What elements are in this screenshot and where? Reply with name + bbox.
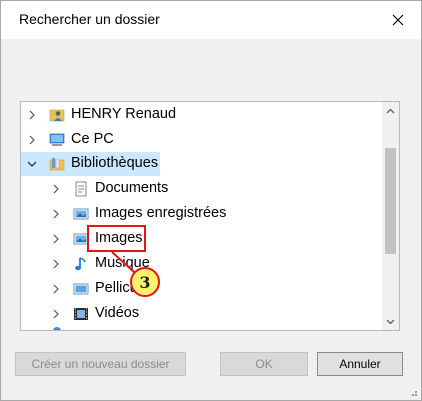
- scroll-thumb[interactable]: [385, 148, 396, 254]
- music-library-icon: [73, 256, 89, 272]
- chevron-right-icon[interactable]: [49, 307, 63, 321]
- chevron-right-icon[interactable]: [25, 133, 39, 147]
- tree-item-label: Images enregistrées: [95, 205, 227, 221]
- tree-item-label: Documents: [95, 180, 169, 196]
- resize-grip-icon[interactable]: [408, 387, 418, 397]
- dialog-title: Rechercher un dossier: [19, 11, 160, 27]
- chevron-right-icon[interactable]: [49, 207, 63, 221]
- chevron-right-icon[interactable]: [49, 232, 63, 246]
- vertical-scrollbar[interactable]: [382, 102, 399, 330]
- tree-item-label: Ce PC: [71, 131, 114, 147]
- tree-item-bibliotheques[interactable]: Bibliothèques: [21, 152, 160, 176]
- videos-library-icon: [73, 306, 89, 322]
- chevron-right-icon[interactable]: [49, 182, 63, 196]
- new-folder-button[interactable]: Créer un nouveau dossier: [15, 352, 186, 376]
- chevron-right-icon[interactable]: [49, 257, 63, 271]
- tree-item-pellicule[interactable]: Pellicule: [21, 277, 381, 301]
- chevron-down-icon: [386, 319, 395, 324]
- tree-item-henry-renaud[interactable]: HENRY Renaud: [21, 103, 381, 127]
- ok-button[interactable]: OK: [220, 352, 308, 376]
- chevron-up-icon: [386, 108, 395, 113]
- annotation-step-number: 3: [139, 272, 151, 292]
- tree-item-musique[interactable]: Musique: [21, 252, 381, 276]
- library-icon: [49, 156, 65, 172]
- tree-item-label: Vidéos: [95, 305, 140, 321]
- chevron-down-icon[interactable]: [25, 157, 39, 171]
- camera-roll-icon: [73, 281, 89, 297]
- annotation-step-badge: 3: [130, 267, 160, 297]
- user-folder-icon: [49, 107, 65, 123]
- scroll-up-button[interactable]: [382, 102, 399, 119]
- cancel-button[interactable]: Annuler: [317, 352, 403, 376]
- tree-item-images-enregistrees[interactable]: Images enregistrées: [21, 202, 381, 226]
- close-icon: [392, 14, 404, 26]
- chevron-right-icon[interactable]: [25, 108, 39, 122]
- computer-icon: [49, 132, 65, 148]
- pictures-library-icon: [73, 206, 89, 222]
- new-folder-button-label: Créer un nouveau dossier: [31, 357, 170, 371]
- browse-folder-dialog: Rechercher un dossier HENRY Renaud Ce PC…: [0, 0, 422, 401]
- cancel-button-label: Annuler: [339, 357, 381, 371]
- partial-item-icon: [49, 327, 65, 330]
- scroll-down-button[interactable]: [382, 313, 399, 330]
- tree-item-label: Bibliothèques: [71, 155, 159, 171]
- close-button[interactable]: [375, 1, 421, 39]
- documents-library-icon: [73, 181, 89, 197]
- tree-item-ce-pc[interactable]: Ce PC: [21, 128, 381, 152]
- tree-item-documents[interactable]: Documents: [21, 177, 381, 201]
- chevron-right-icon[interactable]: [49, 282, 63, 296]
- annotation-highlight-box: [87, 225, 146, 252]
- title-bar: Rechercher un dossier: [1, 1, 421, 39]
- tree-item-videos[interactable]: Vidéos: [21, 302, 381, 326]
- folder-tree[interactable]: HENRY Renaud Ce PC Bibliothèques Documen…: [20, 101, 400, 331]
- ok-button-label: OK: [255, 357, 273, 371]
- tree-item-images[interactable]: Images: [21, 227, 381, 251]
- tree-item-label: HENRY Renaud: [71, 106, 177, 122]
